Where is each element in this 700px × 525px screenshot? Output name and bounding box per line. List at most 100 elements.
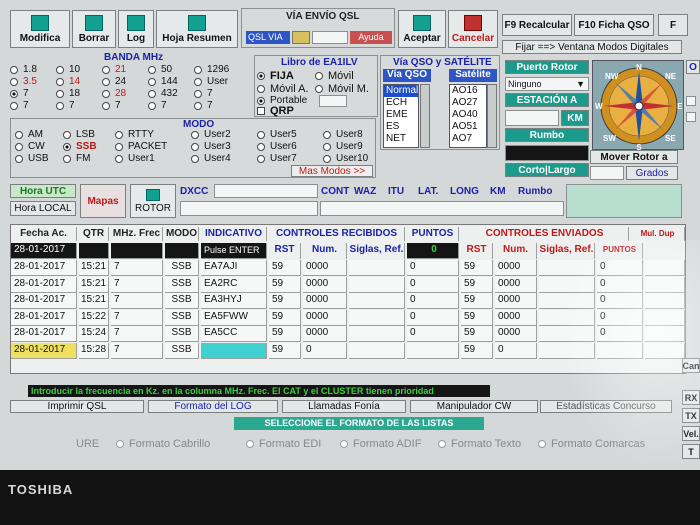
modo-radio[interactable]: User6 xyxy=(257,141,297,152)
table-cell-pts2[interactable]: 0 xyxy=(597,293,643,309)
f9-recalcular-button[interactable]: F9 Recalcular xyxy=(502,14,572,36)
table-cell-num[interactable]: 0000 xyxy=(303,326,347,342)
input-qtr[interactable] xyxy=(79,243,109,259)
table-cell-num[interactable]: 0000 xyxy=(303,309,347,326)
table-cell-mhz[interactable]: 7 xyxy=(111,260,163,276)
table-cell-ind[interactable]: EA5FWW xyxy=(201,309,267,326)
modo-radio[interactable]: CW xyxy=(15,141,45,152)
table-cell-mhz[interactable]: 7 xyxy=(111,309,163,326)
table-cell-num2[interactable]: 0000 xyxy=(495,326,537,342)
table-cell-fecha[interactable]: 28-01-2017 xyxy=(11,293,77,309)
table-cell-sig2[interactable] xyxy=(539,276,595,293)
modo-radio[interactable]: LSB xyxy=(63,129,95,140)
input-indicativo[interactable]: Pulse ENTER xyxy=(201,243,267,259)
table-cell-pts[interactable] xyxy=(407,342,459,359)
llamadas-fonia-button[interactable]: Llamadas Fonía xyxy=(282,400,406,413)
table-cell-rst2[interactable]: 59 xyxy=(461,326,493,342)
banda-radio[interactable]: 7 xyxy=(148,100,167,111)
right-edge-check-1[interactable] xyxy=(686,96,696,106)
table-cell-sig2[interactable] xyxy=(539,293,595,309)
via-qso-item[interactable]: NET xyxy=(384,133,418,145)
corto-largo-button[interactable]: Corto|Largo xyxy=(505,163,589,177)
table-cell-mhz[interactable]: 7 xyxy=(111,293,163,309)
rotor-button[interactable]: ROTOR xyxy=(130,184,176,218)
table-cell-num[interactable]: 0000 xyxy=(303,260,347,276)
input-fecha[interactable]: 28-01-2017 xyxy=(11,243,77,259)
table-cell-fecha[interactable]: 28-01-2017 xyxy=(11,276,77,293)
table-cell-num2[interactable]: 0000 xyxy=(495,276,537,293)
table-cell-mhz[interactable]: 7 xyxy=(111,276,163,293)
mapas-button[interactable]: Mapas xyxy=(80,184,126,218)
table-cell-modo[interactable]: SSB xyxy=(165,276,199,293)
table-cell-rst2[interactable]: 59 xyxy=(461,342,493,359)
table-cell-pts[interactable]: 0 xyxy=(407,326,459,342)
right-edge-o[interactable]: O xyxy=(686,60,700,74)
satelite-item[interactable]: AO27 xyxy=(450,97,486,109)
table-cell-rst2[interactable]: 59 xyxy=(461,309,493,326)
table-cell-rst[interactable]: 59 xyxy=(269,309,301,326)
table-cell-qtr[interactable]: 15:21 xyxy=(79,260,109,276)
table-cell-rst[interactable]: 59 xyxy=(269,260,301,276)
cancelar-button[interactable]: Cancelar xyxy=(448,10,498,48)
input-mhz[interactable] xyxy=(111,243,163,259)
table-cell-pts[interactable]: 0 xyxy=(407,260,459,276)
puerto-rotor-button[interactable]: Puerto Rotor xyxy=(505,60,589,74)
table-cell-sig[interactable] xyxy=(349,260,405,276)
table-cell-sig2[interactable] xyxy=(539,309,595,326)
table-cell-fecha[interactable]: 28-01-2017 xyxy=(11,309,77,326)
modo-radio[interactable]: User2 xyxy=(191,129,231,140)
via-scrollbar[interactable] xyxy=(420,84,430,148)
banda-radio[interactable]: 14 xyxy=(56,76,80,87)
sat-scrollbar[interactable] xyxy=(487,84,497,148)
fija-radio[interactable]: FIJA xyxy=(257,70,294,82)
modo-radio[interactable]: User7 xyxy=(257,153,297,164)
banda-radio[interactable]: 7 xyxy=(56,100,75,111)
ayuda-button[interactable]: Ayuda xyxy=(350,31,392,44)
table-cell-num[interactable]: 0 xyxy=(303,342,347,359)
manipulador-cw-button[interactable]: Manipulador CW xyxy=(410,400,538,413)
table-cell-fecha[interactable]: 28-01-2017 xyxy=(11,326,77,342)
via-qso-list[interactable]: Normal ECH EME ES NET xyxy=(383,84,419,148)
table-cell-qtr[interactable]: 15:22 xyxy=(79,309,109,326)
table-cell-num[interactable]: 0000 xyxy=(303,276,347,293)
banda-radio[interactable]: 7 xyxy=(102,100,121,111)
f10-ficha-qso-button[interactable]: F10 Ficha QSO xyxy=(574,14,654,36)
movil-m-radio[interactable]: Móvil M. xyxy=(315,83,369,95)
via-qso-item[interactable]: Normal xyxy=(384,85,418,97)
satelite-item[interactable]: AO16 xyxy=(450,85,486,97)
table-cell-sig[interactable] xyxy=(349,342,405,359)
f-key-button[interactable]: F xyxy=(658,14,688,36)
table-cell-sig[interactable] xyxy=(349,293,405,309)
table-cell-num2[interactable]: 0000 xyxy=(495,309,537,326)
banda-radio[interactable]: 24 xyxy=(102,76,126,87)
banda-radio[interactable]: 1296 xyxy=(194,64,229,75)
table-cell-pts2[interactable]: 0 xyxy=(597,326,643,342)
table-cell-qtr[interactable]: 15:28 xyxy=(79,342,109,359)
table-cell-rst[interactable]: 59 xyxy=(269,293,301,309)
banda-radio[interactable]: 7 xyxy=(10,100,29,111)
banda-radio[interactable]: 432 xyxy=(148,88,178,99)
fijar-ventana-button[interactable]: Fijar ==> Ventana Modos Digitales xyxy=(502,40,682,54)
estadisticas-button[interactable]: Estadísticas Concurso xyxy=(540,400,672,413)
imprimir-qsl-button[interactable]: Imprimir QSL xyxy=(10,400,144,413)
banda-radio[interactable]: 1.8 xyxy=(10,64,37,75)
movil-radio[interactable]: Móvil xyxy=(315,70,354,82)
satelite-item[interactable]: AO51 xyxy=(450,121,486,133)
banda-radio[interactable]: 7 xyxy=(10,88,29,99)
mover-rotor-button[interactable]: Mover Rotor a xyxy=(590,150,678,164)
estacion-a-button[interactable]: ESTACIÓN A xyxy=(505,93,589,107)
log-button[interactable]: Log xyxy=(118,10,154,48)
table-cell-modo[interactable]: SSB xyxy=(165,293,199,309)
table-cell-pts2[interactable] xyxy=(597,342,643,359)
formato-radio[interactable]: Formato Cabrillo xyxy=(116,438,210,450)
table-cell-num2[interactable]: 0 xyxy=(495,342,537,359)
aceptar-button[interactable]: Aceptar xyxy=(398,10,446,48)
modo-radio[interactable]: User5 xyxy=(257,129,297,140)
formato-radio[interactable]: Formato ADIF xyxy=(340,438,421,450)
table-cell-sig[interactable] xyxy=(349,276,405,293)
modo-radio[interactable]: User1 xyxy=(115,153,155,164)
modo-radio[interactable]: SSB xyxy=(63,141,97,152)
compass-rose[interactable]: N NW NE W E SW SE S xyxy=(592,60,684,152)
via-qso-item[interactable]: ES xyxy=(384,121,418,133)
banda-radio[interactable]: 7 xyxy=(194,88,213,99)
